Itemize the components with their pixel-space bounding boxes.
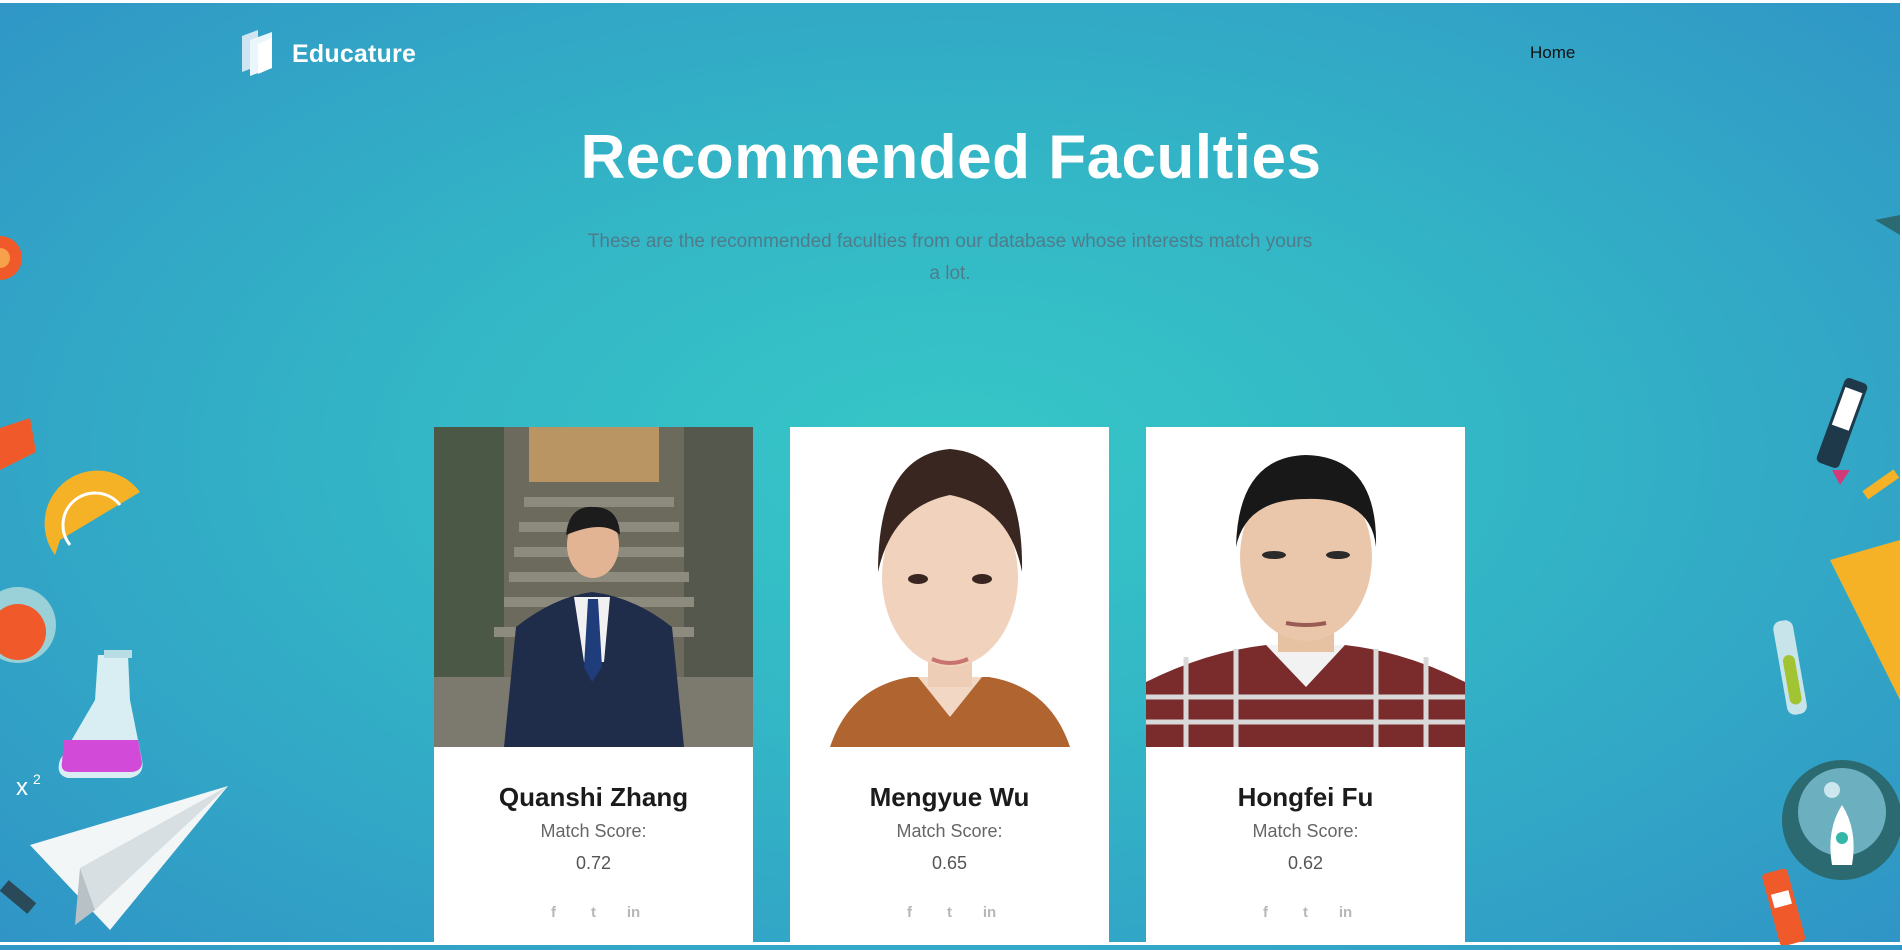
linkedin-icon[interactable]: in xyxy=(981,904,999,922)
twitter-icon[interactable]: t xyxy=(585,904,603,922)
faculty-photo xyxy=(1146,427,1465,747)
faculty-card[interactable]: Quanshi Zhang Match Score: 0.72 f t in xyxy=(434,427,753,945)
social-links: f t in xyxy=(790,904,1109,922)
faculty-name: Hongfei Fu xyxy=(1237,782,1374,812)
social-links: f t in xyxy=(434,904,753,922)
svg-text:x: x xyxy=(16,774,28,801)
book-logo-icon xyxy=(236,28,276,81)
page-title: Recommended Faculties xyxy=(580,123,1322,192)
twitter-icon[interactable]: t xyxy=(1297,904,1315,922)
nav-home-link[interactable]: Home xyxy=(1530,43,1575,63)
match-score-label: Match Score: xyxy=(896,821,1003,841)
twitter-icon[interactable]: t xyxy=(941,904,959,922)
faculty-name: Quanshi Zhang xyxy=(498,782,689,812)
faculty-name: Mengyue Wu xyxy=(869,782,1030,812)
faculty-card[interactable]: Mengyue Wu Match Score: 0.65 f t in xyxy=(790,427,1109,945)
faculty-photo xyxy=(790,427,1109,747)
svg-text:2: 2 xyxy=(33,771,41,787)
brand-logo[interactable]: Educature xyxy=(236,28,416,81)
window-top-border xyxy=(0,0,1902,3)
linkedin-icon[interactable]: in xyxy=(1337,904,1355,922)
faculty-photo xyxy=(434,427,753,747)
match-score-value: 0.65 xyxy=(931,853,968,873)
facebook-icon[interactable]: f xyxy=(1257,904,1275,922)
match-score-label: Match Score: xyxy=(540,821,647,841)
faculty-card[interactable]: Hongfei Fu Match Score: 0.62 f t in xyxy=(1146,427,1465,945)
match-score-label: Match Score: xyxy=(1252,821,1359,841)
social-links: f t in xyxy=(1146,904,1465,922)
facebook-icon[interactable]: f xyxy=(901,904,919,922)
facebook-icon[interactable]: f xyxy=(545,904,563,922)
linkedin-icon[interactable]: in xyxy=(625,904,643,922)
match-score-value: 0.72 xyxy=(575,853,612,873)
match-score-value: 0.62 xyxy=(1287,853,1324,873)
brand-name: Educature xyxy=(292,40,417,68)
page-subtitle: These are the recommended faculties from… xyxy=(587,231,1313,284)
